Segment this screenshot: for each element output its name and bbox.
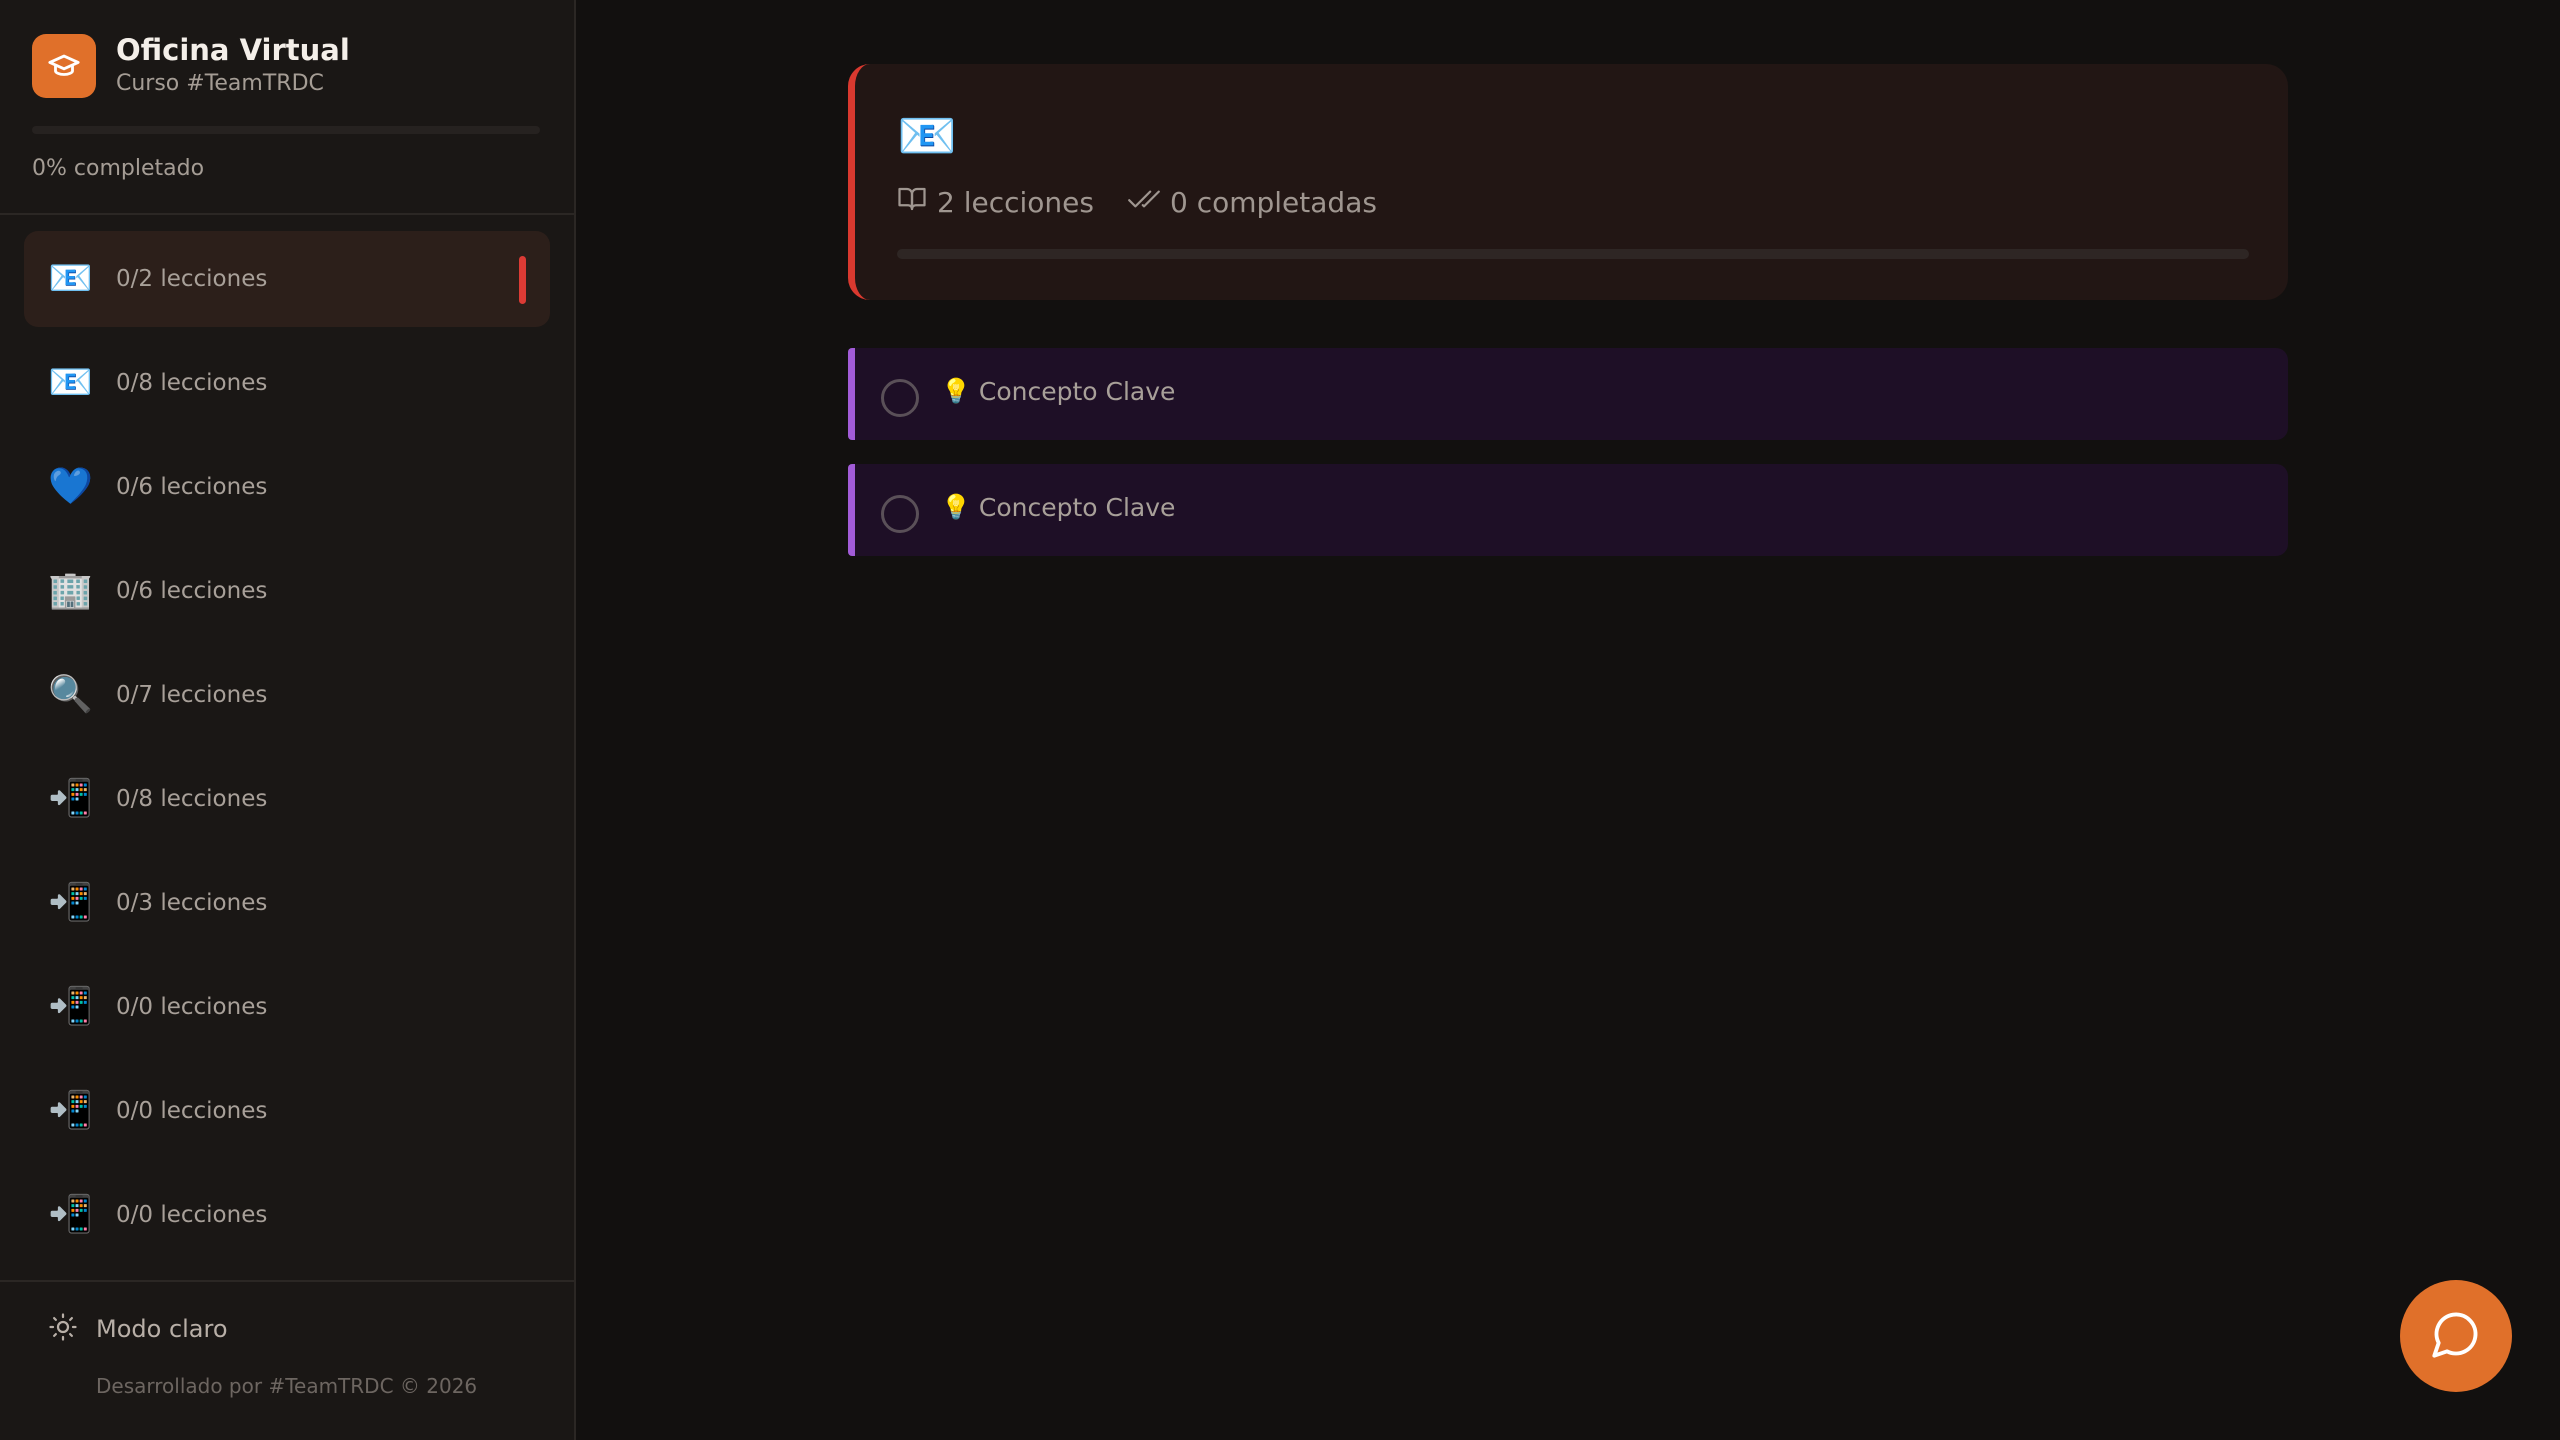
mobile-arrow-icon: 📲 <box>48 986 93 1027</box>
email-icon: 📧 <box>48 258 93 299</box>
mobile-arrow-icon: 📲 <box>48 778 93 819</box>
course-subtitle: Curso #TeamTRDC <box>116 71 324 96</box>
active-indicator <box>519 256 526 304</box>
brand-header: Oficina Virtual Curso #TeamTRDC 0% compl… <box>0 0 574 181</box>
module-lesson-count: 0/8 lecciones <box>116 786 268 812</box>
main-content: 📧 2 lecciones 0 completadas 💡 Concepto C… <box>576 0 2560 1440</box>
mobile-arrow-icon: 📲 <box>48 1090 93 1131</box>
office-building-icon: 🏢 <box>48 570 93 611</box>
theme-toggle-button[interactable]: Modo claro <box>48 1312 526 1346</box>
magnifier-icon: 🔍 <box>48 674 93 715</box>
module-lesson-count: 0/0 lecciones <box>116 994 268 1020</box>
lesson-title: Concepto Clave <box>978 376 1176 406</box>
sun-icon <box>48 1312 78 1346</box>
sidebar-module-item[interactable]: 📲 0/0 lecciones <box>24 959 550 1055</box>
mobile-arrow-icon: 📲 <box>48 1194 93 1235</box>
book-open-icon <box>897 184 927 221</box>
light-bulb-icon: 💡 <box>941 377 971 405</box>
chat-bubble-icon <box>2430 1308 2482 1364</box>
email-icon: 📧 <box>48 362 93 403</box>
sidebar-footer: Modo claro Desarrollado por #TeamTRDC © … <box>0 1280 574 1440</box>
sidebar-module-item[interactable]: 📲 0/0 lecciones <box>24 1063 550 1159</box>
light-bulb-icon: 💡 <box>941 493 971 521</box>
app: Oficina Virtual Curso #TeamTRDC 0% compl… <box>0 0 2560 1440</box>
module-lesson-count: 0/6 lecciones <box>116 578 268 604</box>
lesson-title: Concepto Clave <box>978 492 1176 522</box>
module-lesson-count: 0/3 lecciones <box>116 890 268 916</box>
module-lesson-count: 0/6 lecciones <box>116 474 268 500</box>
module-header-card: 📧 2 lecciones 0 completadas <box>848 64 2288 300</box>
module-lesson-count: 0/7 lecciones <box>116 682 268 708</box>
lessons-stat: 2 lecciones <box>897 184 1094 221</box>
sidebar-module-item[interactable]: 📲 0/8 lecciones <box>24 751 550 847</box>
module-lesson-count: 0/8 lecciones <box>116 370 268 396</box>
graduation-cap-icon <box>32 34 96 98</box>
completed-stat: 0 completadas <box>1128 184 1377 221</box>
blue-heart-icon: 💙 <box>48 466 93 507</box>
mobile-arrow-icon: 📲 <box>48 882 93 923</box>
sidebar-module-item[interactable]: 📲 0/3 lecciones <box>24 855 550 951</box>
module-progress-bar <box>897 249 2249 259</box>
sidebar-module-item[interactable]: 🔍 0/7 lecciones <box>24 647 550 743</box>
double-check-icon <box>1128 184 1160 221</box>
lesson-complete-checkbox[interactable] <box>881 379 919 417</box>
brand-row: Oficina Virtual Curso #TeamTRDC <box>32 32 542 100</box>
module-stats: 2 lecciones 0 completadas <box>897 184 2248 221</box>
app-title: Oficina Virtual <box>116 33 350 67</box>
theme-toggle-label: Modo claro <box>96 1315 228 1343</box>
lesson-row[interactable]: 💡 Concepto Clave <box>848 464 2288 556</box>
sidebar-module-item[interactable]: 📲 0/0 lecciones <box>24 1167 550 1263</box>
brand-text: Oficina Virtual Curso #TeamTRDC <box>116 32 350 100</box>
module-lesson-count: 0/0 lecciones <box>116 1202 268 1228</box>
module-lesson-count: 0/0 lecciones <box>116 1098 268 1124</box>
course-progress-label: 0% completado <box>32 156 205 181</box>
lesson-row[interactable]: 💡 Concepto Clave <box>848 348 2288 440</box>
sidebar-module-item[interactable]: 📧 0/2 lecciones <box>24 231 550 327</box>
sidebar-module-item[interactable]: 🏢 0/6 lecciones <box>24 543 550 639</box>
sidebar-module-item[interactable]: 💙 0/6 lecciones <box>24 439 550 535</box>
lessons-count: 2 lecciones <box>937 186 1094 219</box>
sidebar-module-item[interactable]: 📧 0/8 lecciones <box>24 335 550 431</box>
sidebar: Oficina Virtual Curso #TeamTRDC 0% compl… <box>0 0 576 1440</box>
completed-count: 0 completadas <box>1169 186 1377 219</box>
email-icon: 📧 <box>897 108 957 164</box>
course-progress-bar <box>32 126 540 134</box>
lesson-complete-checkbox[interactable] <box>881 495 919 533</box>
chat-button[interactable] <box>2400 1280 2512 1392</box>
module-list: 📧 0/2 lecciones 📧 0/8 lecciones 💙 0/6 leccion… <box>0 215 574 1280</box>
module-lesson-count: 0/2 lecciones <box>116 266 268 292</box>
footer-credit: Desarrollado por #TeamTRDC © 2026 <box>96 1374 478 1398</box>
